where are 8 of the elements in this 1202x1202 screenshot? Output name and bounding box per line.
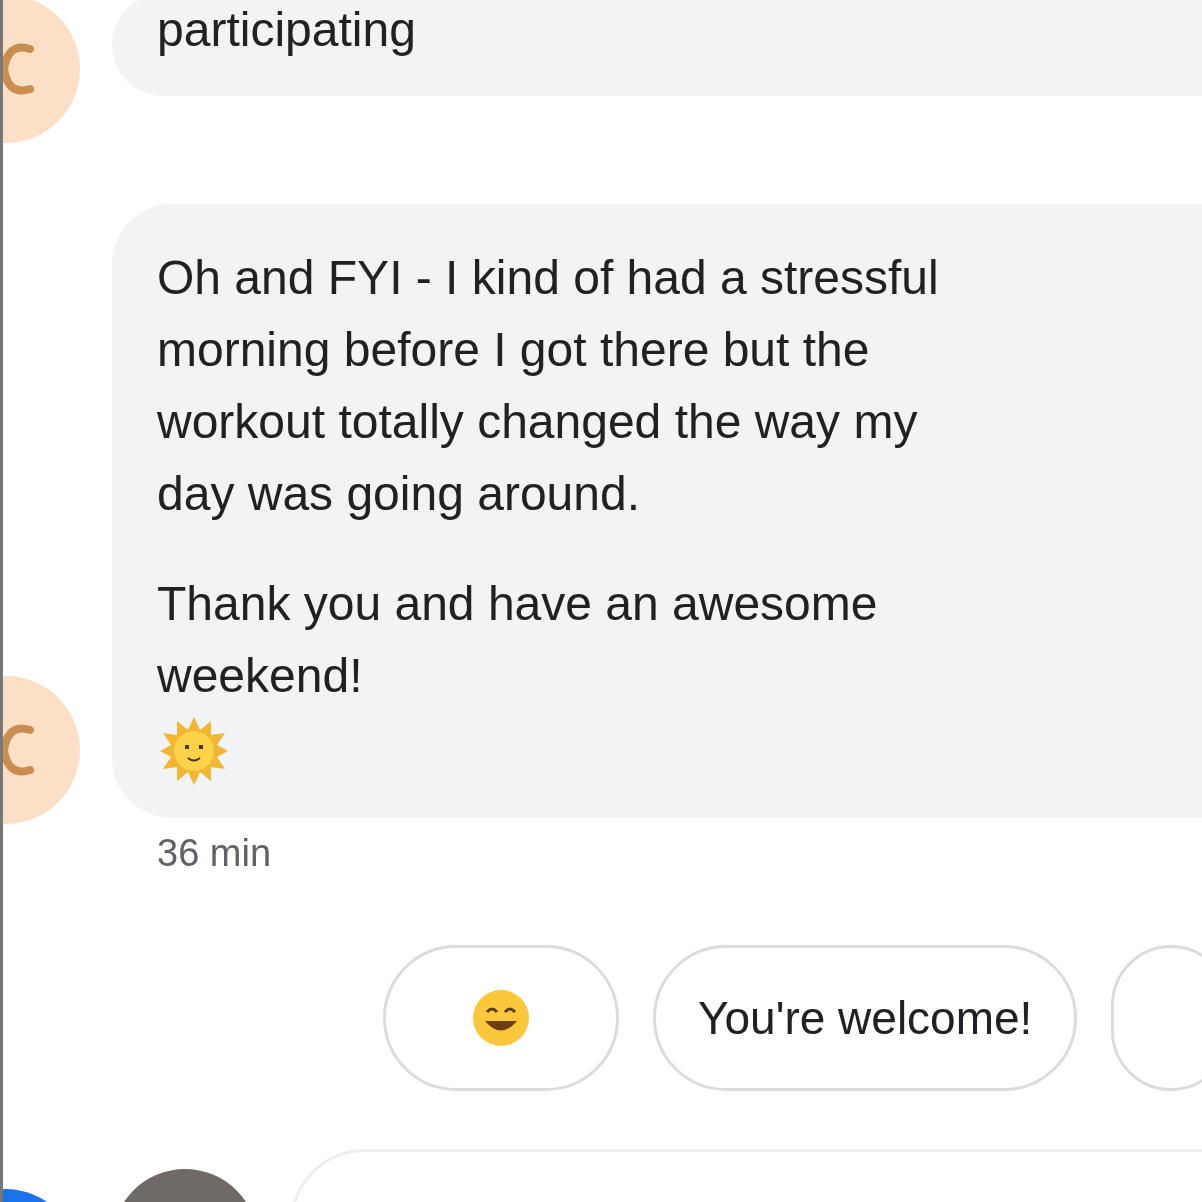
avatar-icon bbox=[3, 675, 80, 825]
message-text: Thank you and have an awesome weekend! bbox=[157, 576, 879, 704]
smart-reply-chip[interactable]: You're welcome! bbox=[653, 945, 1078, 1091]
smiling-face-icon bbox=[471, 988, 531, 1048]
message-text: participating bbox=[157, 2, 417, 58]
avatar-icon bbox=[3, 0, 80, 144]
message-time: 36 min bbox=[156, 831, 273, 875]
message-text: Oh and FYI - I kind of had a stressful morning before I got there but the workout totally changed the way my day was going around. bbox=[157, 250, 940, 522]
